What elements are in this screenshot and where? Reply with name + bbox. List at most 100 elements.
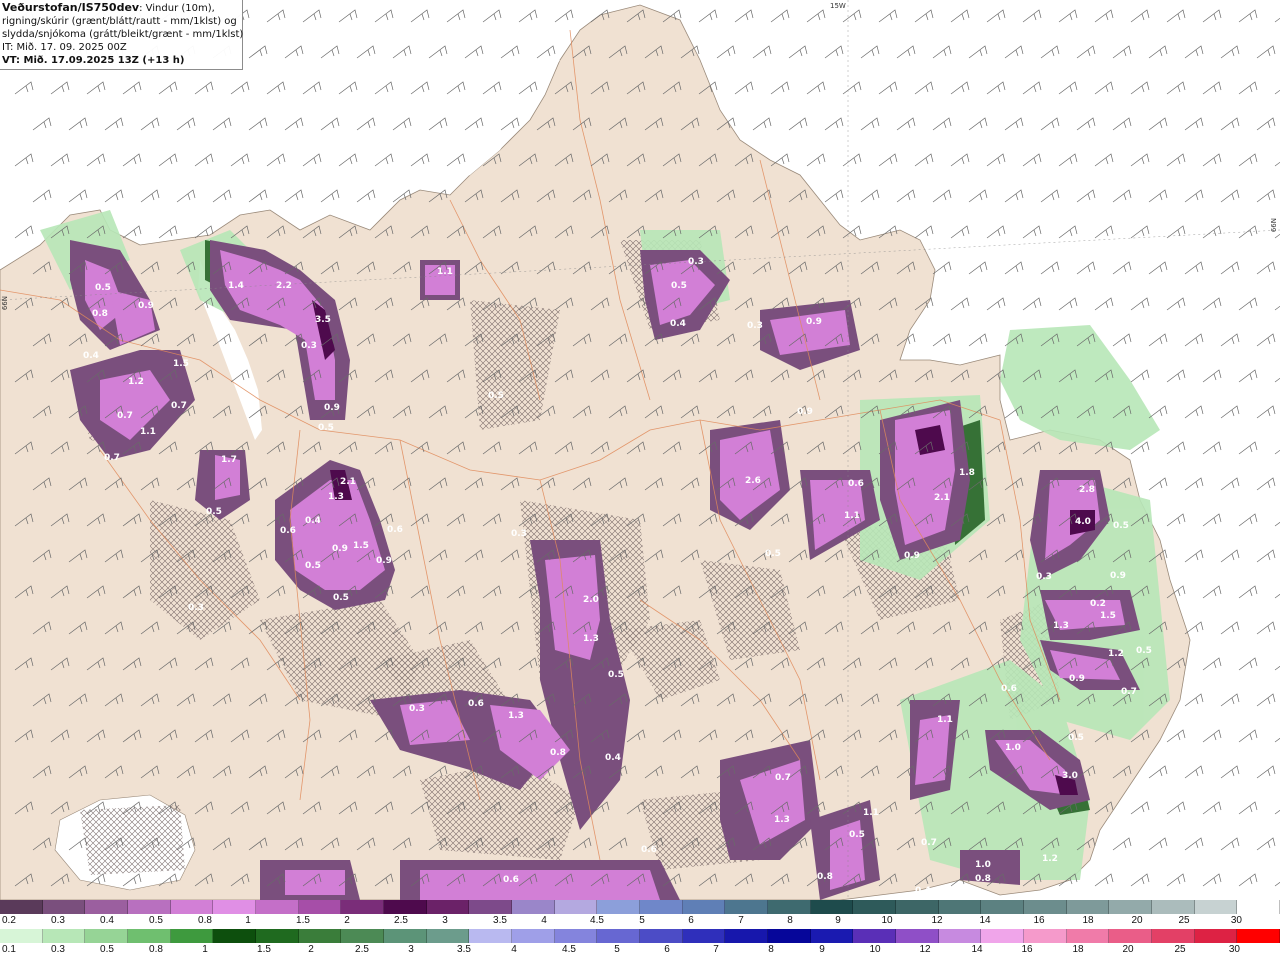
legend-swatch: [1066, 929, 1110, 943]
legend-tick-label: 6: [664, 944, 670, 955]
legend-tick-label: 4.5: [590, 915, 604, 926]
legend-tick-label: 16: [1021, 944, 1033, 955]
legend-swatch: [298, 929, 342, 943]
precip-value-label: 0.6: [468, 699, 484, 709]
legend-tick-label: 12: [919, 944, 931, 955]
forecast-info-box: Veðurstofan/IS750dev: Vindur (10m), rign…: [0, 0, 243, 70]
precip-value-label: 1.7: [221, 455, 237, 465]
legend-swatch: [810, 929, 854, 943]
precip-value-label: 0.7: [775, 773, 791, 783]
precip-value-label: 0.7: [171, 401, 187, 411]
precip-value-label: 1.1: [140, 427, 156, 437]
legend-swatch: [554, 900, 598, 914]
legend-swatch: [128, 900, 171, 914]
legend-swatch: [85, 929, 129, 943]
precip-value-label: 1.3: [1053, 621, 1069, 631]
precip-value-label: 0.5: [1068, 733, 1084, 743]
precip-value-label: 0.6: [503, 875, 519, 885]
legend-swatch: [0, 929, 43, 943]
legend-swatch: [256, 900, 299, 914]
legend-swatch: [1152, 929, 1195, 943]
precip-value-label: 0.9: [332, 544, 348, 554]
precip-value-label: 0.6: [641, 845, 657, 855]
snow-legend-ticks: 0.2 0.3 0.4 0.5 0.8 1 1.5 2 2.5 3 3.5 4 4.5 5 6 7 8 9 10 12…: [0, 915, 1280, 929]
legend-tick-label: 1: [245, 915, 251, 926]
legend-swatch: [170, 929, 214, 943]
legend-tick-label: 0.3: [51, 915, 65, 926]
precip-value-label: 0.8: [92, 309, 108, 319]
legend-tick-label: 0.2: [2, 915, 16, 926]
precip-value-label: 0.9: [904, 551, 920, 561]
precip-value-label: 1.1: [937, 715, 953, 725]
precip-value-label: 0.4: [605, 753, 621, 763]
precip-value-label: 0.9: [1069, 674, 1085, 684]
legend-tick-label: 7: [713, 944, 719, 955]
precip-value-label: 0.5: [1136, 646, 1152, 656]
precip-value-label: 1.5: [353, 541, 369, 551]
legend-tick-label: 2: [308, 944, 314, 955]
legend-tick-label: 12: [931, 915, 943, 926]
precip-value-label: 1.5: [1100, 611, 1116, 621]
info-line-1: : Vindur (10m),: [139, 3, 215, 14]
valid-time: VT: Mið. 17.09.2025 13Z (+13 h): [2, 55, 185, 66]
legend-tick-label: 1.5: [296, 915, 310, 926]
precip-value-label: 0.5: [1113, 521, 1129, 531]
info-line-3: slydda/snjókoma (grátt/bleikt/grænt - mm…: [2, 29, 244, 40]
legend-tick-label: 9: [835, 915, 841, 926]
legend-tick-label: 4: [511, 944, 517, 955]
precip-value-label: 0.9: [797, 407, 813, 417]
legend-swatch: [512, 929, 555, 943]
legend-swatch: [213, 929, 257, 943]
legend-tick-label: 10: [881, 915, 893, 926]
legend-swatch: [938, 929, 982, 943]
legend-swatch: [853, 900, 897, 914]
precip-value-label: 2.0: [583, 595, 599, 605]
legend-tick-label: 0.8: [198, 915, 212, 926]
precip-value-label: 1.8: [959, 468, 975, 478]
legend-tick-label: 3: [408, 944, 414, 955]
precip-value-label: 4.0: [1075, 517, 1091, 527]
precip-value-label: 0.3: [301, 341, 317, 351]
legend-swatch: [810, 900, 854, 914]
legend-swatch: [1152, 900, 1195, 914]
legend-tick-label: 6: [688, 915, 694, 926]
legend-swatch: [85, 900, 129, 914]
legend-swatch: [469, 929, 513, 943]
legend-swatch: [469, 900, 513, 914]
model-title: Veðurstofan/IS750dev: [2, 1, 140, 14]
legend-swatch: [1237, 900, 1280, 914]
precip-value-label: 0.4: [83, 351, 99, 361]
legend-swatch: [938, 900, 982, 914]
legend-tick-label: 2.5: [394, 915, 408, 926]
legend-tick-label: 1: [202, 944, 208, 955]
legend-swatch: [426, 929, 470, 943]
legend-swatch: [1237, 929, 1280, 943]
precip-value-label: 0.5: [333, 593, 349, 603]
legend-swatch: [682, 900, 726, 914]
precip-value-label: 1.2: [1042, 854, 1058, 864]
precip-value-label: 1.3: [328, 492, 344, 502]
precip-value-label: 0.5: [318, 423, 334, 433]
precip-value-label: 1.1: [863, 808, 879, 818]
legend-tick-label: 0.4: [100, 915, 114, 926]
weather-map: 0.5 0.8 0.9 0.4 1.2 1.5 0.7 0.7 1.1 0.7 1.7 0.5 1.4 2…: [0, 0, 1280, 900]
legend-tick-label: 0.5: [100, 944, 114, 955]
legend-swatch: [640, 929, 683, 943]
precip-value-label: 0.7: [921, 838, 937, 848]
precip-value-label: 0.6: [280, 526, 296, 536]
legend-swatch: [1066, 900, 1110, 914]
legend-tick-label: 1.5: [257, 944, 271, 955]
legend-tick-label: 20: [1122, 944, 1134, 955]
precip-value-label: 0.9: [138, 301, 154, 311]
legend-tick-label: 30: [1230, 915, 1242, 926]
precip-value-label: 0.5: [305, 561, 321, 571]
legend-swatch: [597, 900, 641, 914]
legend-tick-label: 14: [979, 915, 991, 926]
legend-tick-label: 18: [1082, 915, 1094, 926]
precip-value-label: 0.8: [975, 874, 991, 884]
legend-swatch: [597, 929, 641, 943]
legend-swatch: [981, 929, 1025, 943]
legend-swatch: [298, 900, 342, 914]
precip-value-label: 0.5: [671, 281, 687, 291]
precip-value-label: 1.2: [128, 377, 144, 387]
